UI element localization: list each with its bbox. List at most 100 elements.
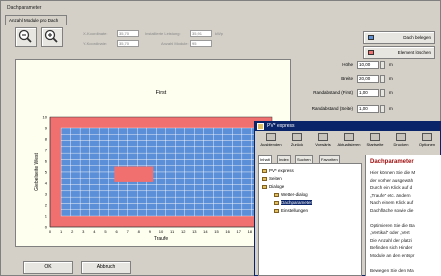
pv-module [175,134,185,141]
pv-module [156,196,166,204]
pv-module [108,203,119,210]
pv-module [194,178,204,185]
pv-module [213,152,224,160]
param-label: Breite [341,76,353,81]
pv-module [213,190,224,198]
pv-module [89,203,100,210]
x-tick-label: 6 [115,229,118,234]
pv-module [175,171,185,179]
pv-module [98,171,109,179]
pv-module [79,178,90,185]
pv-module [203,203,214,210]
param-input[interactable]: 20,00 [357,75,379,83]
pv-module [146,134,157,141]
help-tab[interactable]: Inhalt [258,155,272,163]
pv-module [203,127,214,135]
leistung-field[interactable]: 35,91 [190,30,212,37]
tree-item[interactable]: Einstellungen [274,208,308,213]
pv-module [213,140,224,148]
dach-belegen-button[interactable]: Dach belegen [363,31,435,44]
help-toolbar-button[interactable]: Aktualisieren [337,132,361,154]
zoom-out-button[interactable] [15,27,37,47]
tree-item-label: Einstellungen [281,208,309,213]
pv-module [60,146,71,154]
y-field[interactable]: 35,70 [117,40,139,47]
ok-button[interactable]: OK [23,261,73,274]
x-tick-label: 12 [181,229,186,234]
tree-item[interactable]: Dialoge [262,184,284,189]
help-toolbar-button[interactable]: Startseite [363,132,387,154]
pv-module [118,190,128,198]
pv-module [98,140,109,148]
tree-item[interactable]: Wetter-dialog [274,192,308,197]
zoom-in-button[interactable] [41,27,63,47]
pv-module [127,209,138,217]
tab-module-pro-dach[interactable]: Anzahl Module pro Dach [5,15,67,25]
pv-module [222,209,233,217]
pv-module [232,159,243,166]
pv-module [184,146,195,154]
pv-module [194,196,204,204]
help-tab[interactable]: Favoriten [319,155,340,163]
pv-module [118,134,128,141]
x-axis-label: Traufe [154,236,168,242]
help-toolbar-button[interactable]: Ausblenden [259,132,283,154]
tree-item[interactable]: Dachparameter [274,200,313,205]
roof-chart[interactable]: First01234567891011121314151617181920012… [15,59,291,247]
pv-module [146,209,157,217]
tree-item-label: Dialoge [269,184,285,189]
pv-module [213,178,224,185]
pv-module [108,134,119,141]
pv-module [184,140,195,148]
tree-item[interactable]: Seiten [262,176,282,181]
pv-module [213,146,224,154]
help-toolbar-button[interactable]: Drucken [389,132,413,154]
pv-module [118,184,128,192]
pv-module [156,184,166,192]
param-spinner[interactable] [380,75,385,83]
help-toolbar-button[interactable]: Vorwärts [311,132,335,154]
help-tab[interactable]: Suchen [295,155,313,163]
param-input[interactable]: 10,00 [357,61,379,69]
pv-module [98,178,109,185]
pv-module [232,171,243,179]
pv-module [118,152,128,160]
book-icon [274,208,279,213]
x-tick-label: 0 [49,229,52,234]
pv-module [118,196,128,204]
module-field[interactable]: 95 [190,40,212,47]
pv-module [213,184,224,192]
help-tab[interactable]: Index [277,155,291,163]
abbruch-button[interactable]: Abbruch [81,261,131,274]
param-spinner[interactable] [380,89,385,97]
param-spinner[interactable] [380,61,385,69]
pv-module [98,152,109,160]
pv-module [89,184,100,192]
dach-belegen-label: Dach belegen [403,35,431,40]
element-loeschen-button[interactable]: Element löschen [363,46,435,59]
toolbar-label: Zurück [290,142,304,147]
help-toolbar-button[interactable]: Zurück [285,132,309,154]
pv-module [60,159,71,166]
help-toolbar-button[interactable]: Optionen [415,132,439,154]
param-spinner[interactable] [380,105,385,113]
pv-module [98,184,109,192]
y-tick-label: 0 [45,225,48,230]
pv-module [194,203,204,210]
pv-module [156,209,166,217]
pv-module [98,127,109,135]
pv-module [70,196,81,204]
pv-module [127,184,138,192]
pv-module [213,203,224,210]
pv-module [175,159,185,166]
pv-module [165,140,176,148]
x-field[interactable]: 35,70 [117,30,139,37]
module-label: Anzahl Module: [161,41,189,46]
pv-module [213,196,224,204]
param-input[interactable]: 1,00 [357,89,379,97]
pv-module [60,178,71,185]
pv-module [203,146,214,154]
param-input[interactable]: 1,00 [357,105,379,113]
tree-item[interactable]: PV* express [262,168,294,173]
pv-module [118,146,128,154]
